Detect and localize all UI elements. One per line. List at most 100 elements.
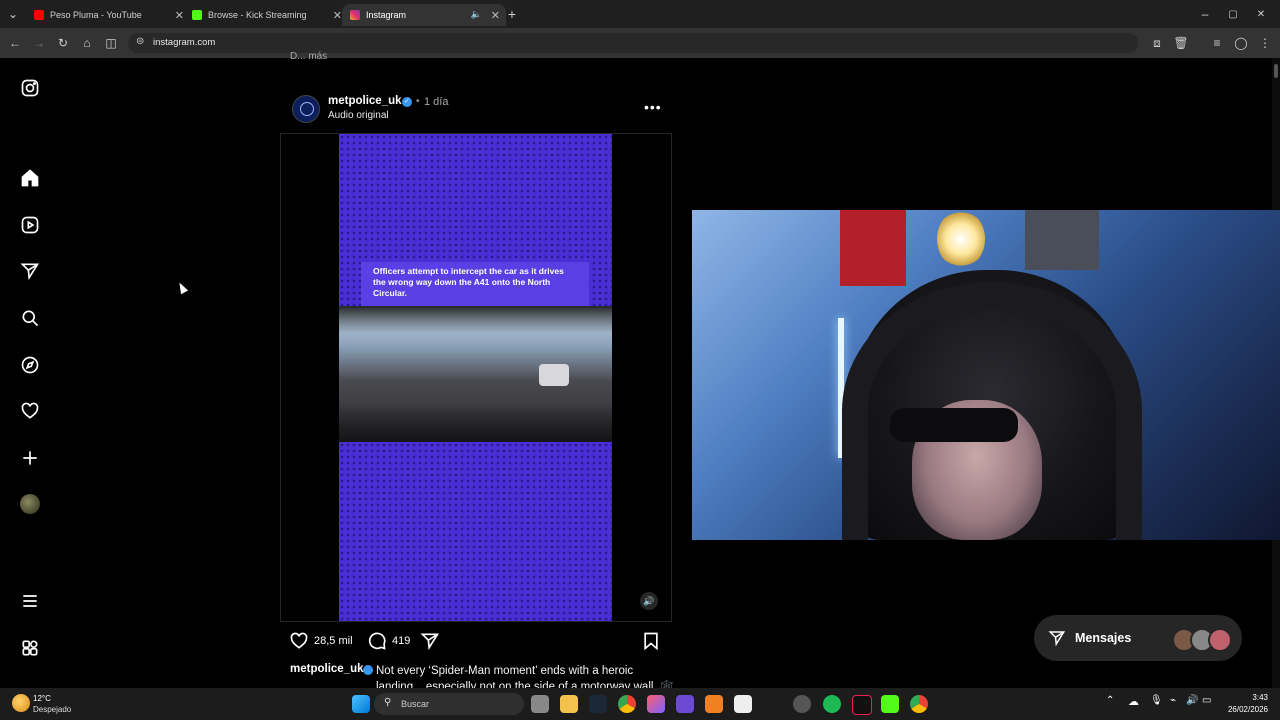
halftone-pattern [339,442,612,621]
profile-icon[interactable]: ◯ [1232,34,1250,52]
tab-title: Browse - Kick Streaming [208,10,307,20]
profile-avatar[interactable] [18,492,42,516]
taskbar-search[interactable]: ⚲ Buscar [374,693,524,715]
close-tab-icon[interactable]: ✕ [491,9,500,22]
save-bookmark-icon[interactable] [641,631,661,651]
reels-icon[interactable] [18,213,42,237]
notifications-heart-icon[interactable] [18,399,42,423]
avatar [1208,628,1232,652]
wall-poster [840,210,906,286]
kick-favicon-icon [192,10,202,20]
split-view-icon[interactable]: ◫ [102,34,120,52]
extension-icon[interactable]: ⧈ [1148,34,1166,52]
tab-search-chevron-icon[interactable]: ⌄ [4,5,22,23]
spotify-icon[interactable] [823,695,841,713]
tray-chevron-icon[interactable]: ⌃ [1106,695,1124,713]
post-audio-label[interactable]: Audio original [328,110,389,121]
close-tab-icon[interactable]: ✕ [175,9,184,22]
separator-dot: • [416,96,420,107]
app-icon[interactable] [705,695,723,713]
forward-icon[interactable]: → [30,34,48,52]
comment-bubble-icon[interactable] [367,631,387,651]
tab-title: Peso Pluma - YouTube [50,10,142,20]
instagram-logo-icon[interactable] [18,76,42,100]
caption-username[interactable]: metpolice_uk [290,663,364,675]
messages-label: Mensajes [1075,631,1132,645]
close-tab-icon[interactable]: ✕ [333,9,342,22]
explore-compass-icon[interactable] [18,353,42,377]
search-icon[interactable] [18,306,42,330]
back-icon[interactable]: ← [6,34,24,52]
steam-icon[interactable] [589,695,607,713]
menu-kebab-icon[interactable]: ⋮ [1256,34,1274,52]
maximize-button[interactable]: ▢ [1224,5,1242,23]
battery-icon[interactable]: ▭ [1202,695,1220,713]
close-window-button[interactable]: ✕ [1252,5,1270,23]
store-icon[interactable] [734,695,752,713]
post-timestamp[interactable]: 1 día [424,96,448,108]
verified-badge-icon: ✓ [402,97,412,107]
url-text: instagram.com [153,37,216,48]
comment-count[interactable]: 419 [392,635,410,647]
more-menu-icon[interactable] [18,589,42,613]
address-bar[interactable]: ⊜ instagram.com [128,33,1138,53]
direct-send-icon[interactable] [18,259,42,283]
video-frame: Officers attempt to intercept the car as… [339,134,612,621]
share-send-icon[interactable] [420,631,440,651]
verified-badge-icon [363,665,373,675]
post-video[interactable]: Officers attempt to intercept the car as… [280,133,672,622]
chrome-icon[interactable] [618,695,636,713]
microphone-icon[interactable]: 🎙 [1150,695,1168,713]
post-options-button[interactable]: ••• [644,99,662,115]
dashboard-overlay [339,306,612,442]
speaker-icon[interactable]: 🔈 [471,9,482,20]
dashcam-footage [339,306,612,442]
onedrive-icon[interactable]: ☁ [1128,695,1146,713]
chrome-icon[interactable] [910,695,928,713]
media-icon[interactable]: ≡ [1208,34,1226,52]
post-author-avatar[interactable] [292,95,320,123]
trash-icon[interactable]: 🗑 [1172,34,1190,52]
minimize-button[interactable]: – [1196,5,1214,23]
app-icon[interactable] [676,695,694,713]
instagram-favicon-icon [350,10,360,20]
scrollbar-thumb[interactable] [1274,64,1278,78]
previous-post-caption[interactable]: D... más [290,51,327,62]
home-icon[interactable]: ⌂ [78,34,96,52]
tab-kick[interactable]: Browse - Kick Streaming ✕ [186,4,348,26]
crest-icon [300,102,314,116]
video-caption-text: Officers attempt to intercept the car as… [373,266,564,298]
like-count[interactable]: 28,5 mil [314,635,353,647]
also-from-meta-icon[interactable] [18,636,42,660]
webcam-overlay [692,210,1280,540]
tab-youtube[interactable]: Peso Pluma - YouTube ✕ [26,4,190,26]
post-author-username[interactable]: metpolice_uk [328,95,402,107]
volume-toggle-icon[interactable]: 🔊 [640,592,658,610]
tiktok-icon[interactable] [852,695,872,715]
app-icon[interactable] [793,695,811,713]
like-heart-icon[interactable] [289,631,309,651]
messages-send-icon [1048,631,1066,647]
home-icon[interactable] [18,166,42,190]
tab-title: Instagram [366,10,407,20]
search-placeholder: Buscar [401,699,430,709]
weather-temperature[interactable]: 12°C [33,694,51,703]
clock-date[interactable]: 26/02/2026 [1220,705,1268,714]
windows-start-icon[interactable] [352,695,370,713]
weather-moon-icon[interactable] [12,694,30,712]
browser-tab-strip: ⌄ Peso Pluma - YouTube ✕ Browse - Kick S… [0,0,1280,28]
file-explorer-icon[interactable] [560,695,578,713]
app-icon[interactable] [647,695,665,713]
clock-time[interactable]: 3:43 [1228,693,1268,702]
kick-icon[interactable] [881,695,899,713]
youtube-favicon-icon [34,10,44,20]
messages-button[interactable]: Mensajes [1034,615,1242,661]
tab-instagram[interactable]: Instagram 🔈 ✕ [342,4,506,26]
create-plus-icon[interactable] [18,446,42,470]
weather-description[interactable]: Despejado [33,705,71,714]
new-tab-button[interactable]: + [503,5,521,23]
reload-icon[interactable]: ↻ [54,34,72,52]
task-view-icon[interactable] [531,695,549,713]
site-info-icon[interactable]: ⊜ [136,36,144,47]
astronaut-lamp [937,210,985,268]
